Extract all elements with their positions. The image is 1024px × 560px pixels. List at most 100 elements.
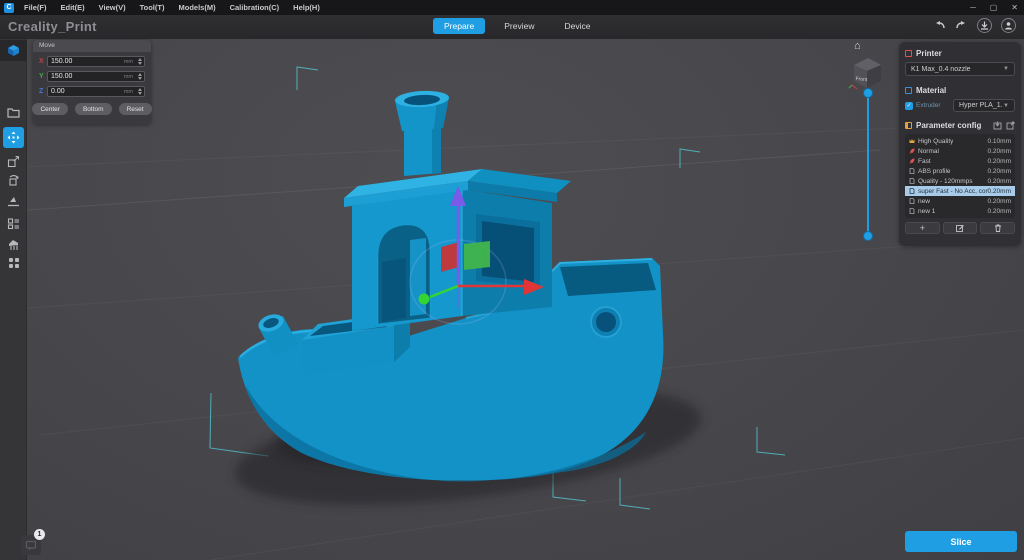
maximize-icon[interactable]: ▢ (990, 0, 998, 15)
grid-dots-icon (8, 257, 20, 269)
move-x-input[interactable] (51, 57, 111, 66)
scale-tool-button[interactable] (3, 151, 24, 172)
move-z-row: Z mm (39, 86, 145, 97)
download-icon[interactable] (977, 18, 992, 33)
extruder-label: Extruder (916, 102, 941, 109)
open-file-button[interactable] (3, 102, 24, 123)
trash-icon (994, 224, 1002, 232)
move-z-input[interactable] (51, 87, 111, 96)
export-profile-icon[interactable] (1006, 121, 1015, 130)
move-y-field: mm (47, 71, 145, 82)
material-title: Material (916, 86, 946, 95)
mode-tabs: Prepare Preview Device (433, 18, 601, 34)
reset-button[interactable]: Reset (119, 103, 152, 115)
printer-selected-value: K1 Max_0.4 nozzle (911, 66, 971, 73)
zoom-slider-track[interactable] (867, 93, 869, 235)
file-icon (909, 188, 915, 194)
zoom-slider-handle-bottom[interactable] (863, 231, 873, 241)
message-icon (25, 539, 37, 551)
move-panel-title: Move (33, 40, 151, 52)
move-z-stepper[interactable] (138, 88, 142, 95)
gizmo-plane-yz[interactable] (464, 241, 490, 270)
page-title: Creality_Print (8, 19, 97, 34)
menu-edit[interactable]: Edit(E) (61, 3, 85, 12)
tab-device[interactable]: Device (553, 18, 601, 34)
profile-row-super-fast[interactable]: super Fast - No Acc, contr 0.20mm (905, 186, 1015, 196)
open-folder-icon (7, 106, 20, 119)
rocket-icon (909, 158, 915, 164)
clone-tool-button[interactable] (3, 213, 24, 234)
creality-print-window: C File(F) Edit(E) View(V) Tool(T) Models… (0, 0, 1024, 560)
file-icon (909, 178, 915, 184)
slice-button[interactable]: Slice (905, 531, 1017, 552)
material-selected-value: Hyper PLA_1.75 (959, 102, 1003, 109)
bottom-button[interactable]: Bottom (75, 103, 112, 115)
header-actions (933, 18, 1016, 33)
axis-z-label: Z (39, 88, 47, 95)
model-library-button[interactable] (0, 40, 27, 61)
move-y-row: Y mm (39, 71, 145, 82)
material-select[interactable]: Hyper PLA_1.75 ▼ (953, 99, 1015, 112)
profile-row-normal[interactable]: Normal 0.20mm (905, 146, 1015, 156)
file-icon (909, 208, 915, 214)
profile-row-quality-120[interactable]: Quality - 120mmps 0.20mm (905, 176, 1015, 186)
minimize-icon[interactable]: ─ (970, 0, 976, 15)
move-y-input[interactable] (51, 72, 111, 81)
menu-tool[interactable]: Tool(T) (140, 3, 165, 12)
material-section-header: Material (905, 85, 1015, 95)
view-cube-front-label: Front (855, 76, 868, 83)
delete-profile-button[interactable] (980, 222, 1015, 234)
parameter-config-icon (905, 122, 912, 129)
move-panel: Move X mm Y mm Z mm (33, 40, 151, 124)
redo-icon[interactable] (955, 19, 968, 32)
profile-row-abs[interactable]: ABS profile 0.20mm (905, 166, 1015, 176)
move-x-stepper[interactable] (138, 58, 142, 65)
notification-badge: 1 (34, 529, 45, 540)
tab-preview[interactable]: Preview (493, 18, 545, 34)
move-tool-icon (7, 131, 20, 144)
move-panel-buttons: Center Bottom Reset (33, 103, 151, 115)
printer-select[interactable]: K1 Max_0.4 nozzle ▼ (905, 62, 1015, 76)
menu-models[interactable]: Models(M) (178, 3, 215, 12)
model-library-icon (7, 44, 20, 57)
zoom-slider-handle-top[interactable] (863, 88, 873, 98)
profile-row-new-1[interactable]: new 1 0.20mm (905, 206, 1015, 216)
extruder-checkbox[interactable]: ✓ (905, 102, 913, 110)
rotate-tool-button[interactable] (3, 170, 24, 191)
move-z-field: mm (47, 86, 145, 97)
menu-help[interactable]: Help(H) (293, 3, 320, 12)
menu-view[interactable]: View(V) (99, 3, 126, 12)
gizmo-plane-xz[interactable] (441, 242, 459, 272)
profile-row-new[interactable]: new 0.20mm (905, 196, 1015, 206)
axis-y-label: Y (39, 73, 47, 80)
move-z-unit: mm (124, 89, 133, 95)
material-icon (905, 87, 912, 94)
edit-profile-button[interactable] (943, 222, 978, 234)
view-cube[interactable]: Front (847, 53, 887, 93)
file-icon (909, 198, 915, 204)
undo-icon[interactable] (933, 19, 946, 32)
move-y-stepper[interactable] (138, 73, 142, 80)
printer-title: Printer (916, 49, 942, 58)
profile-row-fast[interactable]: Fast 0.20mm (905, 156, 1015, 166)
move-x-field: mm (47, 56, 145, 67)
extruder-row: ✓ Extruder Hyper PLA_1.75 ▼ (905, 99, 1015, 112)
tab-prepare[interactable]: Prepare (433, 18, 485, 34)
move-tool-button[interactable] (3, 127, 24, 148)
chevron-down-icon: ▼ (1003, 103, 1009, 109)
move-x-unit: mm (124, 59, 133, 65)
user-account-icon[interactable] (1001, 18, 1016, 33)
clone-list-icon (7, 217, 20, 230)
menu-file[interactable]: File(F) (24, 3, 47, 12)
more-tools-button[interactable] (3, 252, 24, 273)
lay-flat-tool-button[interactable] (3, 191, 24, 212)
close-icon[interactable]: ✕ (1011, 0, 1018, 15)
home-view-icon[interactable]: ⌂ (854, 40, 861, 52)
menu-calibration[interactable]: Calibration(C) (230, 3, 280, 12)
left-toolbar (0, 39, 27, 560)
printer-icon (905, 50, 912, 57)
center-button[interactable]: Center (32, 103, 68, 115)
profile-row-high-quality[interactable]: High Quality 0.10mm (905, 136, 1015, 146)
import-profile-icon[interactable] (993, 121, 1002, 130)
add-profile-button[interactable]: + (905, 222, 940, 234)
